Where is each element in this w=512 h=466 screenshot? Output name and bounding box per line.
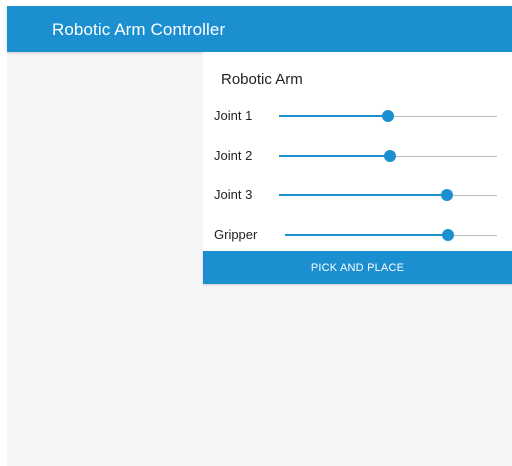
joint-1-row: Joint 1: [203, 107, 512, 127]
pick-and-place-button[interactable]: PICK AND PLACE: [203, 251, 512, 284]
slider-thumb[interactable]: [440, 189, 453, 201]
app-container: Robotic Arm Controller Robotic Arm Joint…: [7, 6, 512, 466]
gripper-label: Gripper: [214, 227, 258, 242]
app-title: Robotic Arm Controller: [52, 20, 226, 39]
slider-fill: [279, 155, 391, 157]
joint-2-label: Joint 2: [214, 148, 253, 163]
gripper-slider[interactable]: [285, 226, 497, 246]
joint-1-slider[interactable]: [279, 107, 497, 127]
slider-thumb[interactable]: [442, 229, 455, 241]
gripper-row: Gripper: [203, 226, 512, 246]
joint-2-slider[interactable]: [279, 147, 497, 167]
slider-thumb[interactable]: [382, 110, 394, 122]
joint-3-row: Joint 3: [203, 186, 512, 206]
joint-2-row: Joint 2: [203, 147, 512, 167]
slider-fill: [285, 234, 449, 236]
slider-thumb[interactable]: [384, 150, 397, 162]
slider-fill: [279, 194, 447, 196]
joint-1-label: Joint 1: [214, 108, 253, 123]
joint-3-label: Joint 3: [214, 187, 253, 202]
card-title: Robotic Arm: [221, 71, 303, 88]
robotic-arm-card: Robotic Arm Joint 1 Joint 2 Joint 3 Grip…: [203, 52, 512, 284]
slider-fill: [279, 115, 388, 117]
joint-3-slider[interactable]: [279, 186, 497, 206]
app-bar: Robotic Arm Controller: [7, 6, 512, 52]
